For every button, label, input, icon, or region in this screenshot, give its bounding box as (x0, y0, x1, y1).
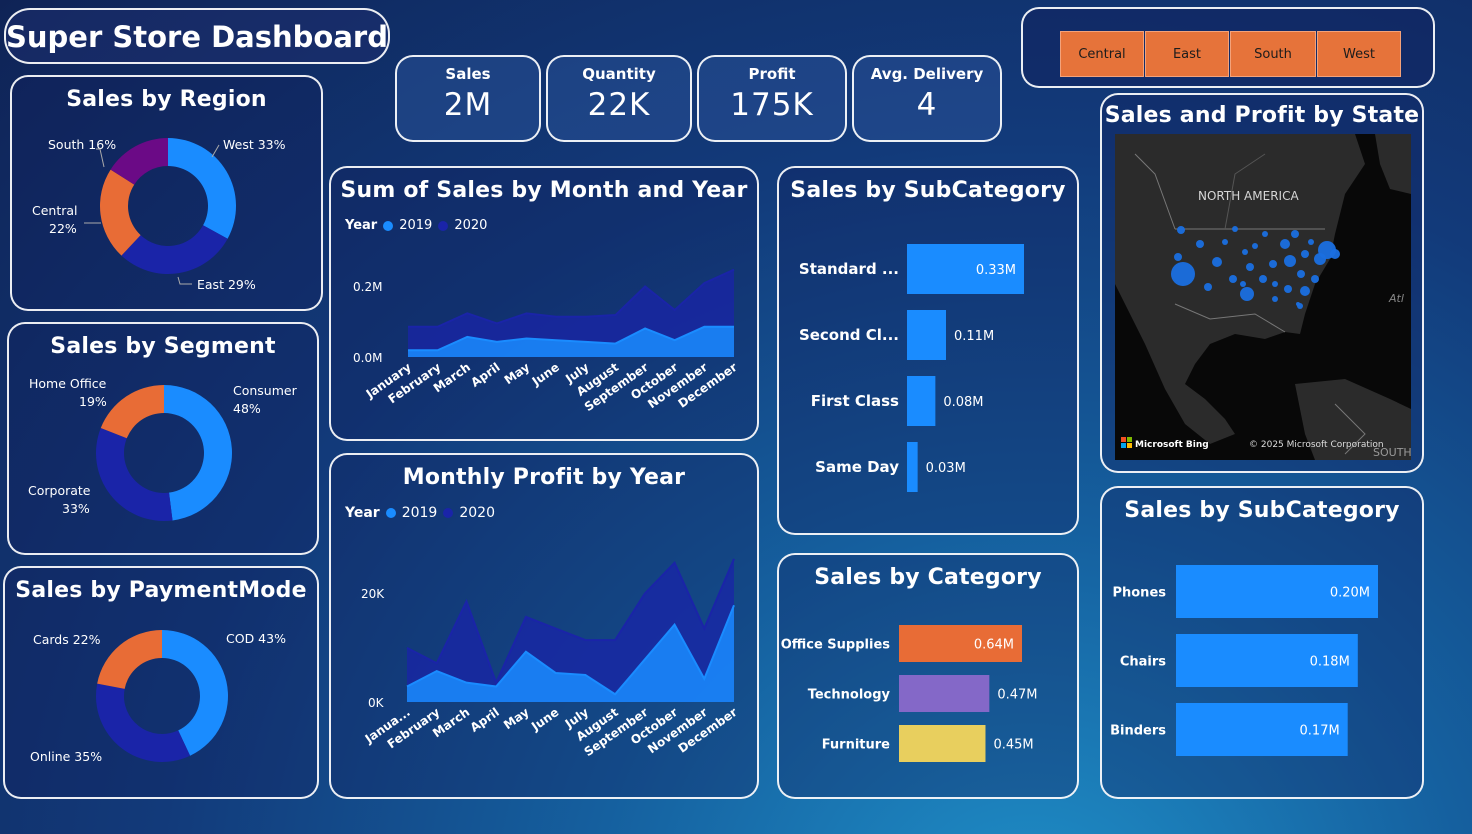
bar-value-label: 0.11M (954, 329, 994, 344)
segment-label-corporate-pct: 33% (62, 501, 90, 516)
bar[interactable] (907, 442, 918, 492)
bar-category-label: Same Day (815, 458, 899, 476)
bar[interactable] (907, 310, 946, 360)
bar-value-label: 0.20M (1330, 586, 1370, 601)
region-label-west: West 33% (223, 137, 286, 152)
bar[interactable] (899, 675, 990, 712)
sales-month-area-chart: 0.2M 0.0M JanuaryFebruaryMarchApril MayJu… (353, 268, 740, 414)
kpi-value: 22K (587, 87, 651, 123)
segment-label-corporate: Corporate (28, 483, 91, 498)
y-tick-label: 0.0M (353, 351, 382, 365)
bar-value-label: 0.08M (943, 395, 983, 410)
payment-chart-card: Sales by PaymentMode Cards 22% COD 43% O… (3, 566, 319, 799)
bar-category-label: Phones (1112, 586, 1166, 601)
segment-chart-card: Sales by Segment Home Office 19% Consume… (7, 322, 319, 555)
y-tick-label: 0K (368, 696, 385, 710)
subcat-ship-bar-chart: Standard ... 0.33M Second Cl... 0.11M First … (799, 244, 1024, 492)
x-tick-label: May (501, 705, 532, 732)
segment-label-consumer: Consumer (233, 383, 298, 398)
segment-label-home-office: Home Office (29, 376, 107, 391)
slicer-button-west[interactable]: West (1317, 31, 1401, 77)
x-tick-label: April (468, 705, 502, 735)
kpi-label: Avg. Delivery (870, 65, 984, 83)
region-label-east: East 29% (197, 277, 256, 292)
subcat-ship-chart-card: Sales by SubCategory Standard ... 0.33M Se… (777, 166, 1079, 535)
bar-value-label: 0.17M (1300, 724, 1340, 739)
category-chart-card: Sales by Category Office Supplies 0.64M Te… (777, 553, 1079, 799)
region-label-south: South 16% (48, 137, 116, 152)
kpi-label: Profit (748, 65, 796, 83)
bar-category-label: First Class (811, 392, 899, 410)
state-map[interactable]: NORTH AMERICA Atl SOUTH AI Microsoft Bin… (1115, 134, 1411, 460)
bar-category-label: Second Cl... (799, 326, 899, 344)
kpi-quantity-card: Quantity 22K (546, 55, 692, 142)
microsoft-logo-icon (1121, 437, 1132, 448)
region-chart-card: Sales by Region South 16% West 33% Centr… (10, 75, 323, 311)
slicer-button-central[interactable]: Central (1060, 31, 1144, 77)
bar-value-label: 0.18M (1310, 655, 1350, 670)
y-tick-label: 0.2M (353, 280, 382, 294)
kpi-label: Sales (445, 65, 491, 83)
payment-label-cards: Cards 22% (33, 632, 101, 647)
kpi-value: 2M (443, 87, 493, 123)
region-label-central-pct: 22% (49, 221, 77, 236)
bar-category-label: Office Supplies (781, 638, 891, 653)
kpi-profit-card: Profit 175K (697, 55, 847, 142)
bar-category-label: Chairs (1120, 655, 1166, 670)
map-copyright: © 2025 Microsoft Corporation (1249, 440, 1384, 450)
x-tick-label: May (502, 360, 533, 387)
payment-label-cod: COD 43% (226, 631, 286, 646)
bar-value-label: 0.45M (993, 738, 1033, 753)
kpi-value: 4 (916, 87, 938, 123)
category-bar-chart: Office Supplies 0.64M Technology 0.47M Furni… (781, 625, 1038, 762)
donut-slice-cards[interactable] (97, 630, 162, 689)
region-slicer: Central East South West (1021, 7, 1435, 88)
donut-slice-consumer[interactable] (164, 385, 233, 521)
segment-label-consumer-pct: 48% (233, 401, 261, 416)
x-tick-label: June (529, 360, 562, 389)
donut-slice-corporate[interactable] (95, 427, 173, 521)
bar-value-label: 0.64M (974, 638, 1014, 653)
bar-category-label: Binders (1110, 724, 1166, 739)
bar-category-label: Furniture (822, 738, 890, 753)
bar-category-label: Standard ... (799, 260, 899, 278)
bar-value-label: 0.47M (997, 688, 1037, 703)
kpi-label: Quantity (582, 65, 656, 83)
chart-title: Sales and Profit by State (1104, 103, 1420, 128)
map-bing-label: Microsoft Bing (1135, 440, 1209, 450)
dashboard-title-box: Super Store Dashboard (4, 8, 390, 64)
slicer-button-east[interactable]: East (1145, 31, 1229, 77)
kpi-delivery-card: Avg. Delivery 4 (852, 55, 1002, 142)
payment-donut-chart: Cards 22% COD 43% Online 35% (30, 630, 286, 764)
subcat-product-bar-chart: Phones 0.20M Chairs 0.18M Binders 0.17M (1110, 565, 1378, 756)
page-title: Super Store Dashboard (6, 20, 388, 54)
segment-label-home-office-pct: 19% (79, 394, 107, 409)
subcat-product-chart-card: Sales by SubCategory Phones 0.20M Chairs 0.… (1100, 486, 1424, 799)
payment-label-online: Online 35% (30, 749, 102, 764)
map-continent-label: NORTH AMERICA (1198, 189, 1299, 203)
bar-category-label: Technology (808, 688, 891, 703)
bar-value-label: 0.03M (926, 461, 966, 476)
profit-month-area-chart: 20K 0K Janua...FebruaryMarchApril MayJune… (361, 558, 740, 759)
donut-slice-home-office[interactable] (100, 385, 164, 439)
greenland-land (1375, 134, 1411, 194)
map-ocean-label: Atl (1388, 292, 1404, 305)
y-tick-label: 20K (361, 587, 385, 601)
x-tick-label: June (528, 705, 561, 734)
sales-month-chart-card: Sum of Sales by Month and Year Year 2019… (329, 166, 759, 441)
x-tick-label: April (468, 360, 502, 390)
donut-slice-online[interactable] (96, 683, 191, 762)
region-donut-chart: South 16% West 33% Central 22% East 29% (32, 137, 286, 292)
region-label-central: Central (32, 203, 78, 218)
profit-month-chart-card: Monthly Profit by Year Year 2019 2020 20… (329, 453, 759, 799)
bar[interactable] (907, 376, 936, 426)
slicer-button-south[interactable]: South (1230, 31, 1316, 77)
bar-value-label: 0.33M (976, 263, 1016, 278)
kpi-value: 175K (730, 87, 814, 123)
donut-slice-west[interactable] (168, 138, 236, 239)
kpi-sales-card: Sales 2M (395, 55, 541, 142)
bar[interactable] (899, 725, 986, 762)
segment-donut-chart: Home Office 19% Consumer 48% Corporate 3… (28, 376, 298, 521)
state-map-card: Sales and Profit by State NORTH AMERICA … (1100, 93, 1424, 473)
